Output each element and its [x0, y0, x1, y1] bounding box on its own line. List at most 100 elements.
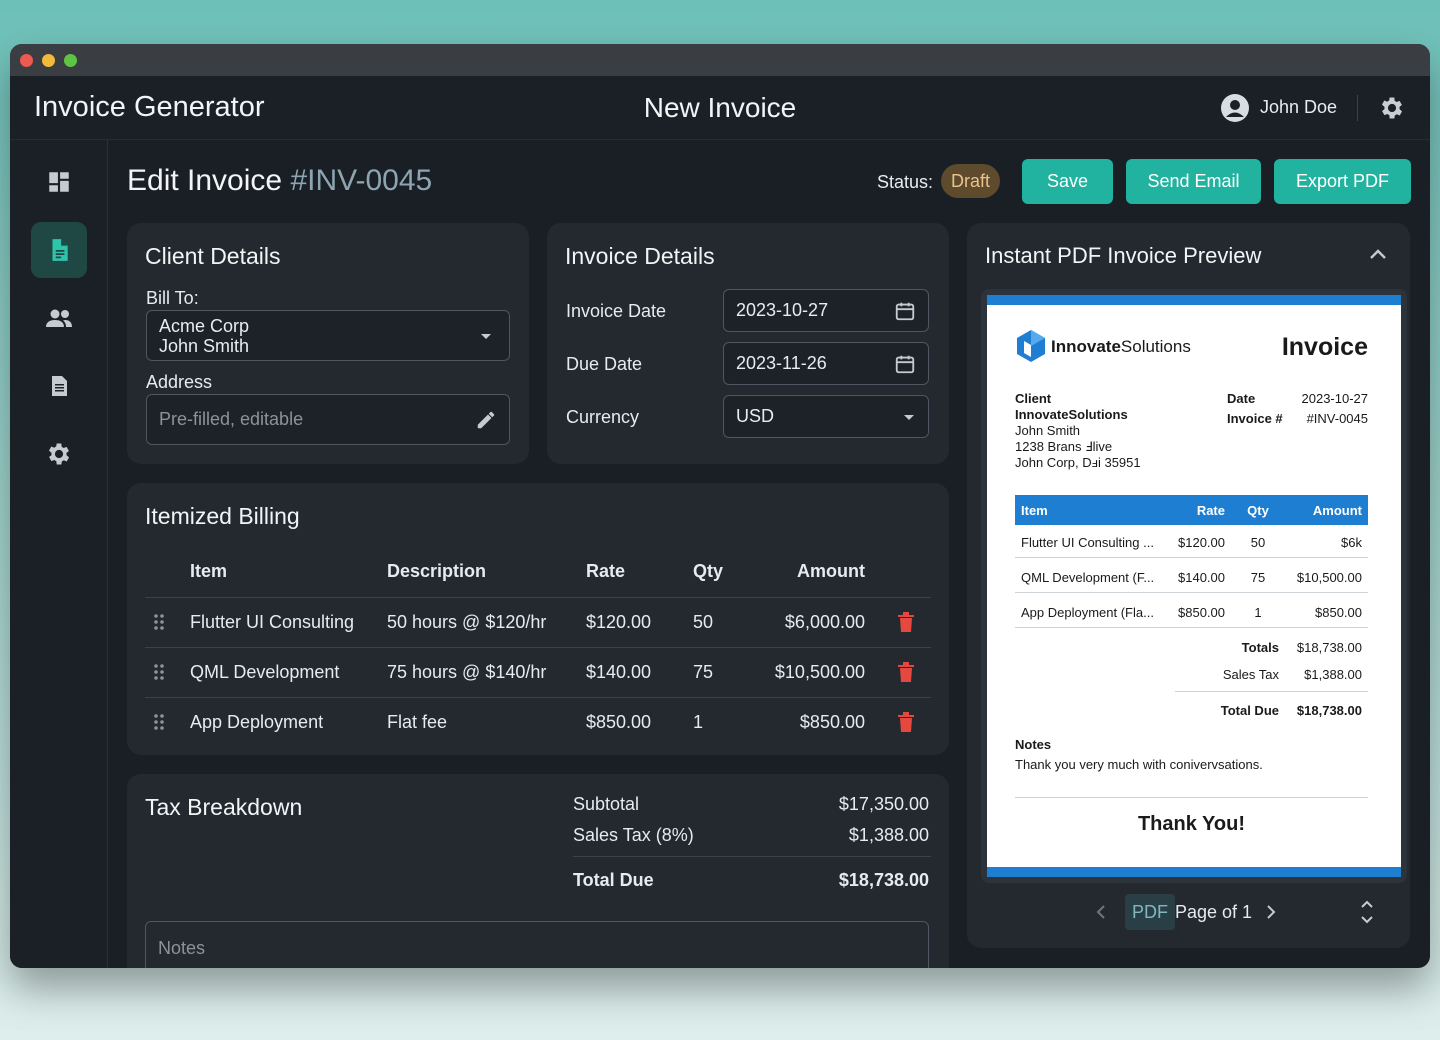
row-description: 75 hours @ $140/hr: [387, 662, 547, 682]
col-item: Item: [190, 561, 228, 581]
pdf-row-qty: 50: [1250, 535, 1266, 550]
user-menu[interactable]: John Doe: [1220, 93, 1337, 123]
total-due-label: Total Due: [573, 870, 654, 890]
pdf-chip: PDF: [1125, 894, 1175, 930]
row-item: App Deployment: [190, 712, 324, 732]
calendar-icon[interactable]: [894, 353, 916, 375]
pdf-invoice-label: Invoice #: [1227, 411, 1283, 426]
status-label: Status:: [877, 172, 934, 192]
row-description: 50 hours @ $120/hr: [387, 612, 547, 632]
pdf-row-amount: $6k: [1341, 535, 1362, 550]
chevron-left-icon[interactable]: [1095, 904, 1107, 920]
row-rate: $120.00: [586, 612, 652, 632]
notes-input[interactable]: Notes: [145, 921, 929, 968]
pdf-row-qty: 75: [1250, 570, 1266, 585]
pdf-client-line: 1238 Brans Ⅎlive: [1015, 439, 1113, 454]
row-amount: $6,000.00: [784, 612, 865, 632]
pdf-client-label: Client: [1015, 391, 1052, 406]
drag-handle-icon[interactable]: [153, 613, 165, 631]
save-button[interactable]: Save: [1022, 159, 1113, 204]
pdf-thank-you: Thank You!: [1137, 813, 1246, 835]
col-amount: Amount: [797, 561, 865, 581]
trash-icon[interactable]: [897, 611, 915, 633]
user-name: John Doe: [1259, 97, 1337, 117]
pdf-row-divider: [1015, 557, 1368, 558]
user-avatar-icon: [1220, 93, 1249, 122]
bill-to-company: Acme Corp: [159, 315, 250, 336]
sidebar-item-reports[interactable]: [31, 358, 87, 414]
invoice-details-title: Invoice Details: [565, 243, 715, 269]
send-email-button[interactable]: Send Email: [1126, 159, 1261, 204]
pdf-pager: PDF Page of 1: [967, 894, 1410, 930]
tax-breakdown-title: Tax Breakdown: [145, 794, 303, 820]
sidebar-item-clients[interactable]: [31, 290, 87, 346]
tax-divider: [573, 856, 931, 857]
pdf-notes-text: Thank you very much with conivervsations…: [1015, 757, 1263, 772]
document-icon: [52, 239, 68, 261]
calendar-icon[interactable]: [894, 300, 916, 322]
maximize-window-button[interactable]: [64, 53, 77, 67]
sidebar-item-settings[interactable]: [31, 426, 87, 482]
row-qty: 50: [693, 612, 714, 632]
trash-icon[interactable]: [897, 661, 915, 683]
pdf-totals-divider: [1175, 691, 1368, 692]
chevron-up-icon[interactable]: [1368, 247, 1388, 261]
invoice-number: #INV-0045: [290, 164, 433, 197]
pdf-page: InnovateSolutions Invoice Client Innovat…: [987, 295, 1401, 877]
pencil-icon[interactable]: [475, 409, 497, 431]
trash-icon[interactable]: [897, 711, 915, 733]
itemized-billing-title: Itemized Billing: [145, 503, 300, 529]
app-window: Invoice Generator New Invoice John Doe E…: [10, 44, 1430, 968]
notes-placeholder: Notes: [158, 938, 206, 958]
app-title: Invoice Generator: [34, 91, 265, 123]
minimize-window-button[interactable]: [42, 53, 55, 67]
currency-label: Currency: [566, 407, 640, 427]
pdf-company-name: InnovateSolutions: [1051, 337, 1191, 357]
sidebar: [10, 140, 108, 968]
close-window-button[interactable]: [20, 53, 33, 67]
invoice-date-value: 2023-10-27: [736, 300, 829, 320]
currency-select[interactable]: USD: [723, 395, 929, 438]
pdf-row-rate: $850.00: [1178, 605, 1225, 620]
page-indicator: Page of 1: [1175, 902, 1253, 922]
sidebar-item-invoices[interactable]: [31, 222, 87, 278]
address-input[interactable]: Pre-filled, editable: [146, 394, 510, 445]
dashboard-icon: [49, 172, 69, 192]
itemized-billing-card: Itemized Billing Item Description Rate Q…: [127, 483, 949, 755]
bill-to-select[interactable]: Acme Corp John Smith: [146, 310, 510, 361]
row-amount: $850.00: [799, 712, 865, 732]
pdf-company-name-bold: Innovate: [1051, 337, 1121, 356]
chevron-right-icon[interactable]: [1265, 904, 1277, 920]
pdf-due-label: Total Due: [1220, 703, 1279, 718]
pdf-notes-label: Notes: [1015, 737, 1052, 752]
pdf-client-line: John Corp, Dⅎi 35951: [1015, 455, 1141, 470]
due-date-label: Due Date: [566, 354, 643, 374]
pdf-date-value: 2023-10-27: [1301, 391, 1369, 406]
client-details-title: Client Details: [145, 243, 281, 269]
row-rate: $140.00: [586, 662, 652, 682]
invoice-date-input[interactable]: 2023-10-27: [723, 289, 929, 332]
report-icon: [52, 376, 67, 396]
page-title: Edit Invoice #INV-0045: [127, 164, 432, 198]
pdf-client-line: InnovateSolutions: [1015, 407, 1128, 422]
pdf-page-frame: InnovateSolutions Invoice Client Innovat…: [981, 289, 1407, 883]
drag-handle-icon[interactable]: [153, 663, 165, 681]
pdf-notes-divider: [1015, 797, 1368, 798]
chevron-down-icon: [481, 334, 491, 339]
due-date-value: 2023-11-26: [736, 353, 827, 373]
window-titlebar: [10, 44, 1430, 76]
pdf-invoice-value: #INV-0045: [1306, 411, 1368, 426]
drag-handle-icon[interactable]: [153, 713, 165, 731]
pdf-company-name-rest: Solutions: [1120, 337, 1191, 356]
pdf-row-qty: 1: [1254, 605, 1262, 620]
pdf-row-rate: $140.00: [1178, 570, 1225, 585]
pdf-tax-value: $1,388.00: [1304, 667, 1362, 682]
pdf-row-divider: [1015, 592, 1368, 593]
expand-icon[interactable]: [1359, 898, 1375, 926]
gear-icon[interactable]: [1378, 94, 1406, 122]
sales-tax-label: Sales Tax (8%): [573, 825, 694, 845]
due-date-input[interactable]: 2023-11-26: [723, 342, 929, 385]
pdf-col-item: Item: [1021, 503, 1048, 518]
export-pdf-button[interactable]: Export PDF: [1274, 159, 1411, 204]
sidebar-item-dashboard[interactable]: [31, 154, 87, 210]
